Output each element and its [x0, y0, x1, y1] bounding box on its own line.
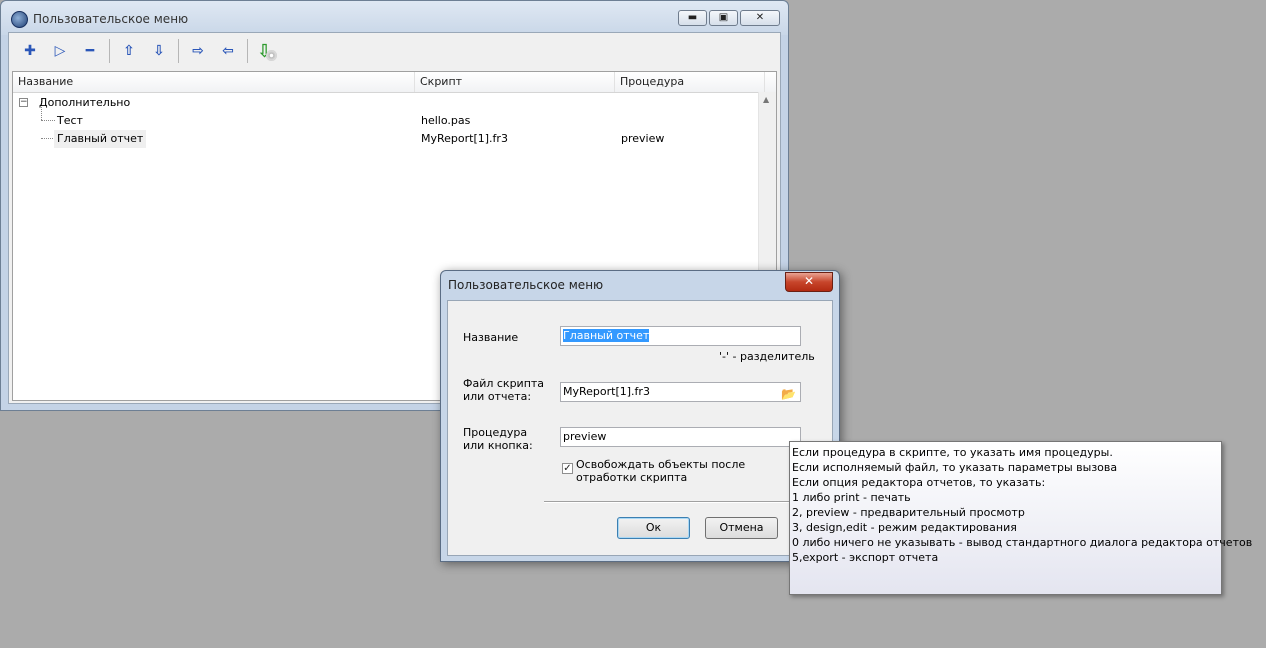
name-input[interactable]: Главный отчет [560, 326, 801, 346]
add-child-button[interactable]: ▷ [45, 38, 75, 64]
procedure-label-line: Процедура [463, 426, 528, 439]
open-folder-icon[interactable]: 📂 [781, 385, 796, 403]
column-header-script[interactable]: Скрипт [415, 72, 615, 92]
dialog-divider [544, 501, 806, 503]
procedure-label: Процедура или кнопка: [463, 426, 533, 452]
file-label-line: Файл скрипта [463, 377, 545, 390]
minus-icon: ━ [85, 43, 95, 59]
free-objects-label[interactable]: Освобождать объекты после отработки скри… [576, 458, 745, 484]
plus-icon: ✚ [24, 43, 36, 59]
name-input-value: Главный отчет [563, 329, 650, 342]
arrow-left-icon: ⇦ [222, 43, 234, 59]
dialog-close-button[interactable]: ✕ [785, 272, 833, 292]
free-objects-checkbox[interactable]: ✓ [562, 463, 573, 474]
tooltip-line: 1 либо print - печать [792, 491, 911, 504]
app-logo-icon [11, 11, 28, 28]
column-header-name[interactable]: Название [13, 72, 415, 92]
tooltip-line: 5,export - экспорт отчета [792, 551, 939, 564]
outdent-button[interactable]: ⇦ [213, 38, 243, 64]
add-item-button[interactable]: ✚ [15, 38, 45, 64]
arrow-down-icon: ⇩ [153, 43, 165, 59]
main-window-title: Пользовательское меню [33, 12, 189, 26]
row-name: Тест [57, 114, 83, 127]
file-label-line: или отчета: [463, 390, 532, 403]
collapse-icon[interactable]: − [19, 98, 28, 107]
window-controls: ▬ ▣ ✕ [678, 10, 780, 26]
procedure-tooltip: Если процедура в скрипте, то указать имя… [789, 441, 1253, 595]
edit-item-dialog: Пользовательское меню ✕ Название Главный… [440, 270, 840, 562]
row-procedure: preview [621, 132, 665, 145]
import-button[interactable]: ⇩ [252, 38, 282, 64]
dialog-body: Название Главный отчет '-' - разделитель… [447, 300, 833, 556]
tooltip-line: 0 либо ничего не указывать - вывод станд… [792, 536, 1253, 549]
procedure-input-value: preview [563, 430, 607, 443]
indent-button[interactable]: ⇨ [183, 38, 213, 64]
separator-hint: '-' - разделитель [719, 350, 815, 363]
column-header-procedure[interactable]: Процедура [615, 72, 765, 92]
ok-button[interactable]: Ок [617, 517, 690, 539]
checkmark-icon: ✓ [563, 463, 572, 474]
arrow-right-icon: ⇨ [192, 43, 204, 59]
file-input[interactable]: MyReport[1].fr3 📂 [560, 382, 801, 402]
dialog-title: Пользовательское меню [448, 278, 604, 292]
tooltip-line: Если опция редактора отчетов, то указать… [792, 476, 1046, 489]
move-up-button[interactable]: ⇧ [114, 38, 144, 64]
minimize-button[interactable]: ▬ [678, 10, 707, 26]
move-down-button[interactable]: ⇩ [144, 38, 174, 64]
disk-icon [266, 49, 278, 61]
tree-row-test[interactable]: Тест hello.pas [13, 112, 758, 130]
scroll-up-icon[interactable]: ▲ [763, 95, 769, 104]
grid-header: Название Скрипт Процедура [13, 72, 776, 93]
toolbar-separator [109, 39, 110, 63]
close-button[interactable]: ✕ [740, 10, 780, 26]
play-icon: ▷ [54, 43, 66, 59]
tree-row-glavny-otchet[interactable]: Главный отчет MyReport[1].fr3 preview [13, 130, 758, 148]
tooltip-line: Если процедура в скрипте, то указать имя… [792, 446, 1113, 459]
file-input-value: MyReport[1].fr3 [563, 385, 650, 398]
procedure-input[interactable]: preview [560, 427, 801, 447]
toolbar-separator [247, 39, 248, 63]
name-label: Название [463, 331, 519, 344]
row-name: Главный отчет [54, 130, 147, 148]
free-objects-label-line: отработки скрипта [576, 471, 688, 484]
tree-row-dopolnitelno[interactable]: − Дополнительно [13, 94, 758, 112]
free-objects-label-line: Освобождать объекты после [576, 458, 746, 471]
cancel-button[interactable]: Отмена [705, 517, 778, 539]
maximize-button[interactable]: ▣ [709, 10, 738, 26]
delete-item-button[interactable]: ━ [75, 38, 105, 64]
main-title-bar[interactable]: Пользовательское меню ▬ ▣ ✕ [1, 1, 788, 35]
toolbar: ✚ ▷ ━ ⇧ ⇩ ⇨ ⇦ ⇩ [9, 33, 780, 69]
row-name: Дополнительно [39, 96, 131, 109]
procedure-label-line: или кнопка: [463, 439, 533, 452]
tooltip-line: 2, preview - предварительный просмотр [792, 506, 1025, 519]
file-label: Файл скрипта или отчета: [463, 377, 544, 403]
tooltip-line: Если исполняемый файл, то указать параме… [792, 461, 1118, 474]
toolbar-separator [178, 39, 179, 63]
row-script: hello.pas [421, 114, 471, 127]
row-script: MyReport[1].fr3 [421, 132, 508, 145]
tooltip-line: 3, design,edit - режим редактирования [792, 521, 1017, 534]
arrow-up-icon: ⇧ [123, 43, 135, 59]
